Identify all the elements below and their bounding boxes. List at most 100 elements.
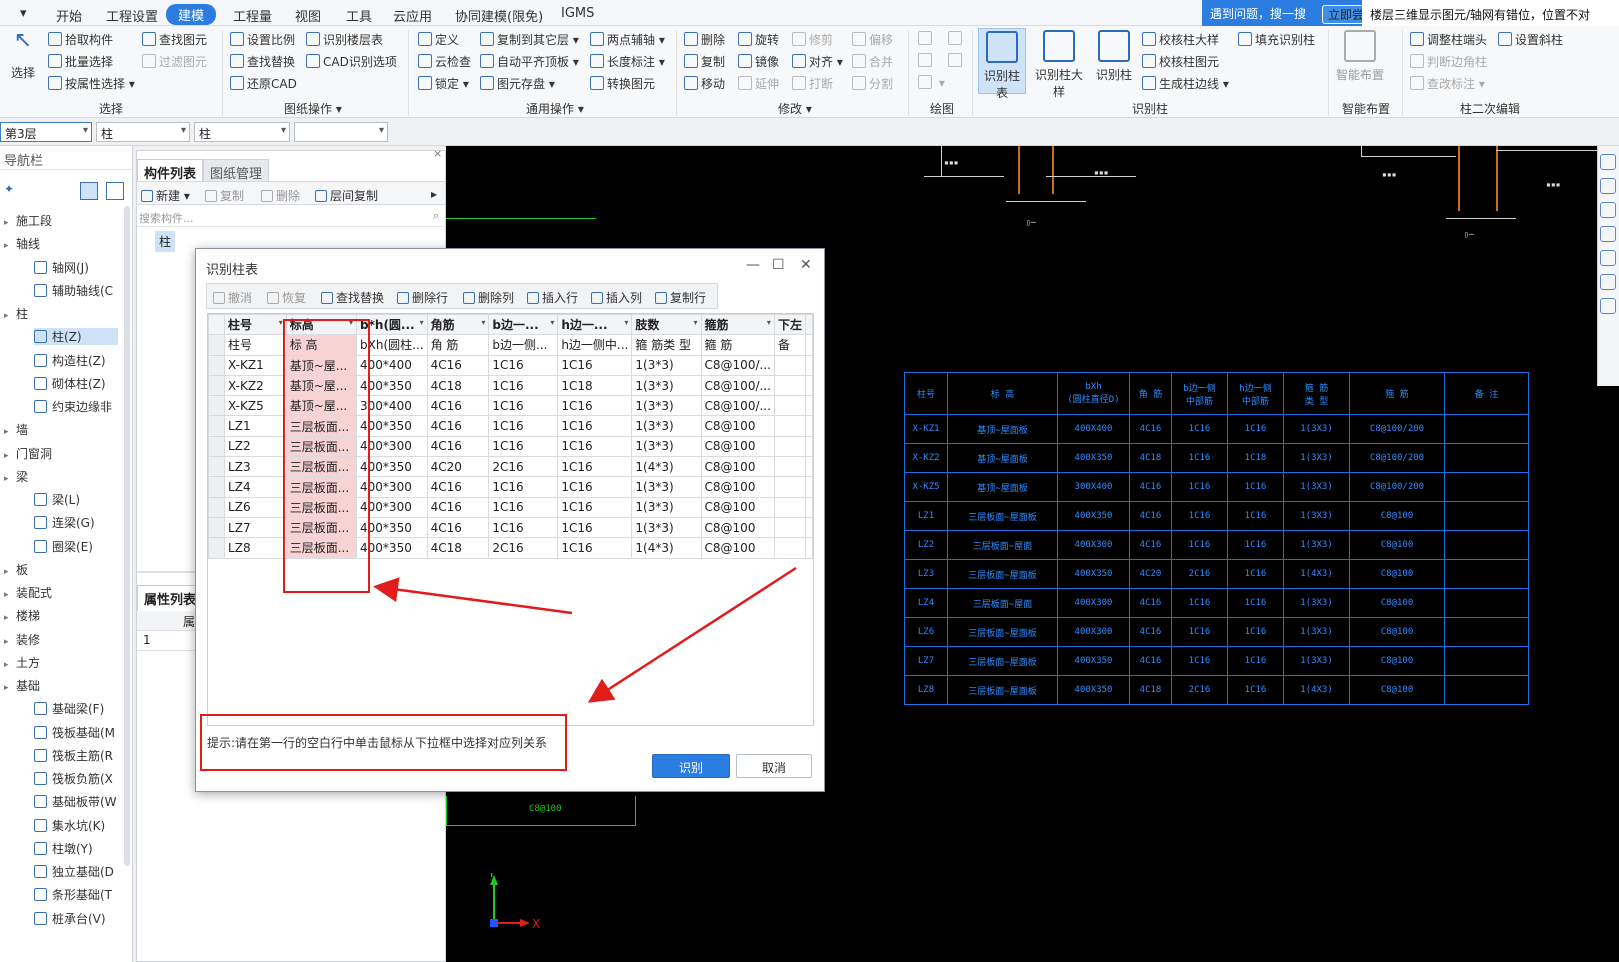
- column-mapping-select[interactable]: 角筋 ▾: [426, 314, 490, 336]
- grid-cell[interactable]: LZ3: [224, 456, 287, 478]
- grid-cell[interactable]: 1C16: [557, 516, 633, 539]
- menu-view[interactable]: 视图: [295, 6, 321, 25]
- expand-chevron-icon[interactable]: ▸: [4, 311, 16, 321]
- component-select[interactable]: [294, 122, 388, 142]
- nav-item-14[interactable]: 圈梁(E): [34, 538, 118, 555]
- recognize-button[interactable]: 识别: [652, 754, 730, 778]
- nav-item-24[interactable]: 筏板负筋(X: [34, 770, 118, 787]
- column-dropdown-icon[interactable]: ▾: [767, 318, 771, 327]
- draw-rect-button[interactable]: [948, 53, 965, 68]
- grid-cell[interactable]: 1C16: [488, 516, 559, 539]
- empty-row[interactable]: [209, 619, 813, 639]
- grid-cell[interactable]: [773, 395, 807, 417]
- nav-item-2[interactable]: 轴网(J): [34, 259, 118, 276]
- grid-cell[interactable]: [773, 496, 807, 518]
- expand-chevron-icon[interactable]: ▸: [4, 427, 16, 437]
- grid-filler[interactable]: [805, 537, 813, 559]
- grid-cell[interactable]: 1C16: [557, 415, 633, 437]
- grid-cell[interactable]: 1(3*3): [631, 516, 702, 539]
- close-icon[interactable]: ✕: [800, 257, 812, 273]
- row-header[interactable]: [208, 354, 226, 376]
- grid-cell[interactable]: 4C16: [426, 435, 490, 458]
- grid-cell[interactable]: LZ4: [224, 476, 287, 498]
- break-button[interactable]: 打断: [792, 75, 833, 92]
- nav-item-30[interactable]: 桩承台(V): [34, 910, 118, 927]
- nav-item-28[interactable]: 独立基础(D: [34, 863, 118, 880]
- menu-cloud[interactable]: 云应用: [393, 6, 432, 25]
- grid-cell[interactable]: [773, 476, 807, 498]
- save-elements-button[interactable]: 图元存盘 ▾: [480, 75, 555, 92]
- grid-cell[interactable]: 4C20: [426, 456, 490, 478]
- grid-cell[interactable]: 1C16: [557, 537, 633, 559]
- settings-icon[interactable]: [1600, 274, 1616, 290]
- pick-component-button[interactable]: 拾取构件: [48, 31, 113, 48]
- draw-point-button[interactable]: [918, 31, 935, 46]
- lock-button[interactable]: 锁定 ▾: [418, 75, 469, 92]
- box-view-icon[interactable]: [1600, 202, 1616, 218]
- select-by-attr-button[interactable]: 按属性选择 ▾: [48, 75, 135, 92]
- check-column-element-button[interactable]: 校核柱图元: [1142, 53, 1219, 70]
- row-header-corner[interactable]: [208, 314, 226, 336]
- empty-row[interactable]: [209, 599, 813, 619]
- grid-cell[interactable]: C8@100/...: [700, 374, 775, 397]
- grid-cell[interactable]: X-KZ2: [224, 374, 287, 397]
- draw-rotate-point-button[interactable]: [948, 31, 965, 46]
- expand-chevron-icon[interactable]: ▸: [4, 683, 16, 693]
- extend-button[interactable]: 延伸: [738, 75, 779, 92]
- grid-filler[interactable]: [805, 395, 813, 417]
- grid-cell[interactable]: LZ2: [224, 435, 287, 458]
- generate-column-edge-button[interactable]: 生成柱边线 ▾: [1142, 75, 1229, 92]
- copy-to-floor-button[interactable]: 复制到其它层 ▾: [480, 31, 579, 48]
- batch-select-button[interactable]: 批量选择: [48, 53, 113, 70]
- grid-cell[interactable]: 1C16: [488, 435, 559, 458]
- component-search-input[interactable]: 搜索构件... ⌕: [137, 207, 445, 227]
- column-mapping-select[interactable]: 柱号 ▾: [224, 314, 287, 336]
- layer-icon[interactable]: [1600, 226, 1616, 242]
- grid-cell[interactable]: 备: [773, 334, 807, 356]
- grid-cell[interactable]: 1(3*3): [631, 435, 702, 458]
- check-annotation-button[interactable]: 查改标注 ▾: [1410, 75, 1485, 92]
- nav-item-25[interactable]: 基础板带(W: [34, 793, 118, 810]
- draw-arc-button[interactable]: ▾: [918, 75, 945, 90]
- menu-project-settings[interactable]: 工程设置: [106, 6, 158, 25]
- split-button[interactable]: 分割: [852, 75, 893, 92]
- delete-button[interactable]: 删除: [684, 31, 725, 48]
- zoom-extents-icon[interactable]: [1600, 250, 1616, 266]
- grid-filler[interactable]: [805, 415, 813, 437]
- grid-cell[interactable]: 1C16: [488, 354, 559, 376]
- grid-cell[interactable]: 1C16: [557, 395, 633, 417]
- grid-cell[interactable]: LZ6: [224, 496, 287, 518]
- menu-tools[interactable]: 工具: [346, 6, 372, 25]
- row-header[interactable]: [208, 374, 226, 397]
- grid-filler[interactable]: [805, 476, 813, 498]
- grid-cell[interactable]: X-KZ5: [224, 395, 287, 417]
- cad-options-button[interactable]: CAD识别选项: [306, 53, 397, 70]
- define-button[interactable]: 定义: [418, 31, 459, 48]
- grid-cell[interactable]: C8@100: [700, 476, 775, 498]
- row-header[interactable]: [208, 456, 226, 478]
- expand-chevron-icon[interactable]: ▸: [4, 567, 16, 577]
- maximize-icon[interactable]: ☐: [772, 257, 785, 273]
- tree-view-icon[interactable]: [106, 182, 124, 200]
- grid-cell[interactable]: 4C18: [426, 537, 490, 559]
- nav-category-16[interactable]: ▸ 装配式: [4, 584, 52, 601]
- grid-cell[interactable]: 4C16: [426, 395, 490, 417]
- nav-category-10[interactable]: ▸ 门窗洞: [4, 445, 52, 462]
- expand-chevron-icon[interactable]: ▸: [4, 218, 16, 228]
- copy-row-button[interactable]: 复制行: [655, 289, 706, 306]
- nav-category-15[interactable]: ▸ 板: [4, 561, 28, 578]
- grid-filler[interactable]: [805, 334, 813, 356]
- row-header[interactable]: [208, 415, 226, 437]
- grid-cell[interactable]: 1(3*3): [631, 354, 702, 376]
- nav-item-6[interactable]: 构造柱(Z): [34, 352, 118, 369]
- find-replace-button[interactable]: 查找替换: [321, 289, 384, 306]
- grid-cell[interactable]: C8@100: [700, 516, 775, 539]
- column-mapping-select[interactable]: 箍筋 ▾: [700, 314, 775, 336]
- column-dropdown-icon[interactable]: ▾: [481, 318, 485, 327]
- row-header[interactable]: [208, 476, 226, 498]
- nav-item-23[interactable]: 筏板主筋(R: [34, 747, 118, 764]
- nav-item-29[interactable]: 条形基础(T: [34, 886, 118, 903]
- grid-cell[interactable]: 箍 筋类 型: [631, 334, 702, 356]
- insert-column-button[interactable]: 插入列: [591, 289, 642, 306]
- rotate-button[interactable]: 旋转: [738, 31, 779, 48]
